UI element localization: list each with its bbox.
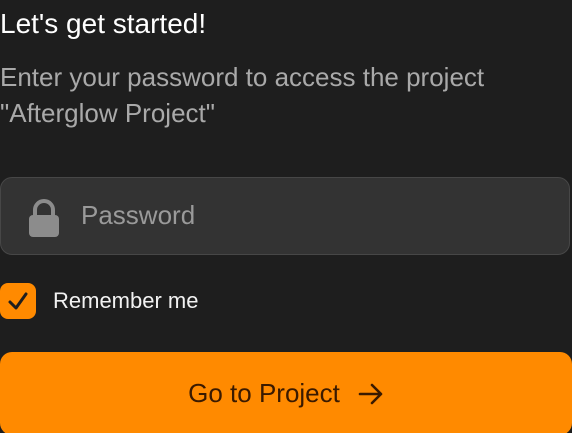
remember-me-label: Remember me bbox=[53, 288, 199, 313]
remember-me-checkbox[interactable] bbox=[0, 283, 36, 319]
go-to-project-button[interactable]: Go to Project bbox=[0, 352, 572, 433]
go-to-project-label: Go to Project bbox=[188, 378, 340, 408]
password-input[interactable] bbox=[81, 178, 551, 253]
password-field[interactable] bbox=[0, 177, 570, 255]
checkmark-icon bbox=[8, 292, 28, 310]
page-title: Let's get started! bbox=[0, 8, 207, 39]
arrow-right-icon bbox=[358, 383, 383, 404]
page-subtitle: Enter your password to access the projec… bbox=[0, 62, 485, 128]
lock-icon bbox=[29, 199, 59, 237]
password-gate-page: Let's get started! Enter your password t… bbox=[0, 0, 572, 433]
remember-me-row[interactable]: Remember me bbox=[0, 282, 198, 320]
